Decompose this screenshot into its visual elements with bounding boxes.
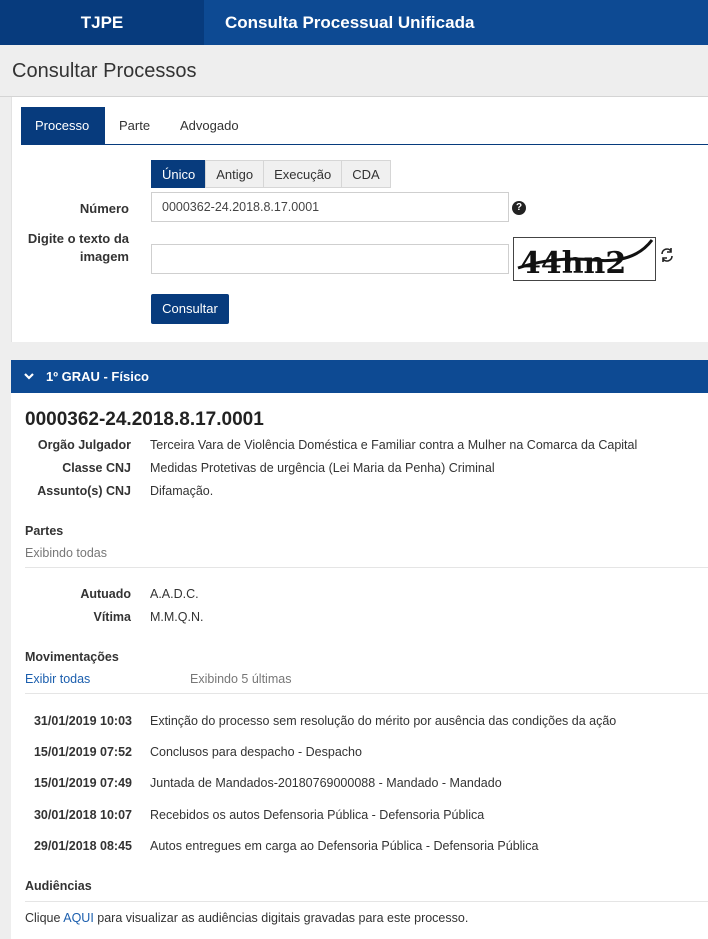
process-number: 0000362-24.2018.8.17.0001 — [25, 409, 264, 430]
number-type-execucao[interactable]: Execução — [263, 160, 343, 188]
divider — [25, 901, 708, 902]
movimentacoes-count: Exibindo 5 últimas — [190, 672, 292, 686]
number-type-selector: Único Antigo Execução CDA — [151, 160, 391, 188]
audiencias-text: Clique AQUI para visualizar as audiência… — [25, 911, 468, 925]
movimentacao-desc: Autos entregues em carga ao Defensoria P… — [150, 839, 539, 853]
question-circle-icon[interactable]: ? — [512, 201, 526, 215]
parte-value: M.M.Q.N. — [150, 610, 204, 624]
divider — [25, 567, 708, 568]
result-section-title: 1º GRAU - Físico — [46, 369, 149, 384]
number-type-antigo[interactable]: Antigo — [205, 160, 265, 188]
movimentacao-date: 31/01/2019 10:03 — [33, 714, 132, 728]
movimentacao-date: 15/01/2019 07:52 — [33, 745, 132, 759]
field-label: Orgão Julgador — [37, 438, 131, 452]
number-type-unico[interactable]: Único — [151, 160, 207, 188]
top-bar: TJPE Consulta Processual Unificada — [0, 0, 708, 45]
movimentacao-date: 29/01/2018 08:45 — [33, 839, 132, 853]
captcha-label-line2: imagem — [79, 249, 129, 264]
captcha-input[interactable] — [151, 244, 509, 274]
page-title: Consultar Processos — [12, 60, 197, 82]
movimentacao-desc: Extinção do processo sem resolução do mé… — [150, 714, 617, 728]
tab-processo[interactable]: Processo — [21, 107, 105, 145]
movimentacao-desc: Recebidos os autos Defensoria Pública - … — [150, 808, 485, 822]
audiencias-link[interactable]: AQUI — [63, 911, 94, 925]
exibir-todas-link[interactable]: Exibir todas — [25, 672, 90, 686]
parte-label: Autuado — [80, 587, 131, 601]
brand-logo[interactable]: TJPE — [0, 0, 204, 45]
result-panel: 0000362-24.2018.8.17.0001 Orgão Julgador… — [11, 393, 708, 939]
field-value: Difamação. — [150, 484, 214, 498]
search-tabs: Processo Parte Advogado — [21, 107, 708, 145]
movimentacao-desc: Juntada de Mandados-20180769000088 - Man… — [150, 776, 502, 790]
tab-advogado[interactable]: Advogado — [166, 107, 253, 145]
audiencias-title: Audiências — [25, 879, 92, 893]
partes-title: Partes — [25, 524, 64, 538]
captcha-label-line1: Digite o texto da — [27, 231, 129, 246]
tab-parte[interactable]: Parte — [105, 107, 164, 145]
captcha-image: 44hn2 — [513, 237, 656, 281]
movimentacao-date: 15/01/2019 07:49 — [33, 776, 132, 790]
field-value: Terceira Vara de Violência Doméstica e F… — [150, 438, 638, 452]
audiencias-text-after: para visualizar as audiências digitais g… — [93, 911, 469, 925]
audiencias-text-before: Clique — [25, 911, 64, 925]
numero-input[interactable]: 0000362-24.2018.8.17.0001 — [151, 192, 509, 222]
refresh-icon[interactable] — [659, 247, 675, 263]
number-type-cda[interactable]: CDA — [341, 160, 391, 188]
movimentacoes-title: Movimentações — [25, 650, 119, 664]
field-value: Medidas Protetivas de urgência (Lei Mari… — [150, 461, 495, 475]
result-section-header[interactable]: 1º GRAU - Físico — [11, 360, 708, 393]
divider — [25, 693, 708, 694]
numero-label: Número — [79, 201, 129, 216]
parte-label: Vítima — [93, 610, 131, 624]
movimentacao-desc: Conclusos para despacho - Despacho — [150, 745, 362, 759]
field-label: Classe CNJ — [62, 461, 131, 475]
parte-value: A.A.D.C. — [150, 587, 199, 601]
consultar-button[interactable]: Consultar — [151, 294, 229, 324]
field-label: Assunto(s) CNJ — [37, 484, 131, 498]
chevron-down-icon — [24, 373, 34, 380]
partes-subtitle: Exibindo todas — [25, 546, 108, 560]
search-panel: Processo Parte Advogado Único Antigo Exe… — [11, 97, 708, 342]
app-title: Consulta Processual Unificada — [204, 0, 708, 45]
movimentacao-date: 30/01/2018 10:07 — [33, 808, 132, 822]
